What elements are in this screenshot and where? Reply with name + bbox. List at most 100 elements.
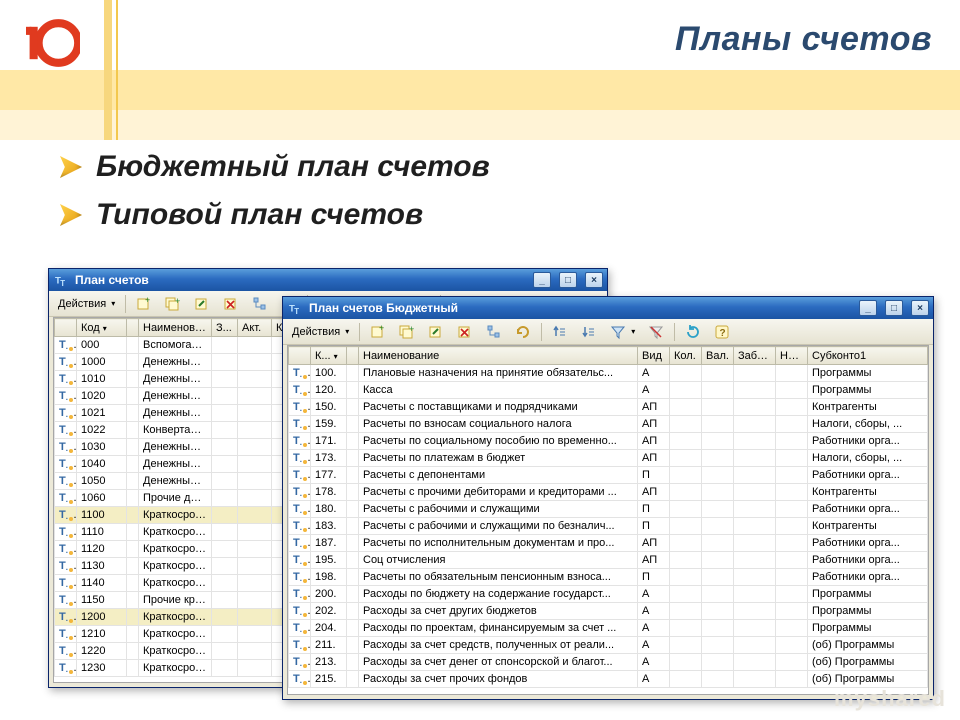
table-row[interactable]: T.200.Расходы по бюджету на содержание г… (289, 586, 928, 603)
edit-button[interactable] (189, 294, 215, 314)
separator (541, 323, 542, 341)
hierarchy-toggle-button[interactable] (481, 322, 507, 342)
add-button[interactable]: + (131, 294, 157, 314)
account-row-icon: T. (59, 594, 73, 606)
account-row-icon: T. (59, 441, 73, 453)
column-header[interactable]: Кол. (670, 347, 702, 365)
column-header[interactable]: Наименование (359, 347, 638, 365)
maximize-button[interactable]: □ (885, 300, 903, 316)
account-row-icon: T. (293, 418, 307, 430)
edit-button[interactable] (423, 322, 449, 342)
table-row[interactable]: T.178.Расчеты с прочими дебиторами и кре… (289, 484, 928, 501)
account-row-icon: T. (59, 407, 73, 419)
window-title: План счетов (75, 273, 527, 287)
bullet-item: Типовой план счетов (60, 198, 490, 232)
column-header[interactable]: Код ▾ (77, 319, 127, 337)
column-header[interactable] (55, 319, 77, 337)
column-header[interactable] (347, 347, 359, 365)
minimize-button[interactable]: _ (859, 300, 877, 316)
table-row[interactable]: T.171.Расчеты по социальному пособию по … (289, 433, 928, 450)
chevron-down-icon: ▾ (631, 327, 635, 336)
filter-button[interactable]: ▾ (605, 322, 640, 342)
table-row[interactable]: T.202.Расходы за счет других бюджетовАПр… (289, 603, 928, 620)
titlebar[interactable]: TT План счетов _ □ × (49, 269, 607, 291)
table-row[interactable]: T.198.Расчеты по обязательным пенсионным… (289, 569, 928, 586)
close-button[interactable]: × (585, 272, 603, 288)
table-row[interactable]: T.100.Плановые назначения на принятие об… (289, 365, 928, 382)
refresh-button[interactable] (680, 322, 706, 342)
account-row-icon: T. (293, 401, 307, 413)
account-row-icon: T. (293, 639, 307, 651)
account-row-icon: T. (293, 554, 307, 566)
delete-button[interactable] (452, 322, 478, 342)
table-row[interactable]: T.173.Расчеты по платежам в бюджетАПНало… (289, 450, 928, 467)
column-header[interactable]: З... (212, 319, 238, 337)
table-row[interactable]: T.183.Расчеты с рабочими и служащими по … (289, 518, 928, 535)
minimize-button[interactable]: _ (533, 272, 551, 288)
column-header[interactable]: Но... (776, 347, 808, 365)
hierarchy-toggle-button[interactable] (247, 294, 273, 314)
table-row[interactable]: T.180.Расчеты с рабочими и служащимиПРаб… (289, 501, 928, 518)
table-row[interactable]: T.215.Расходы за счет прочих фондовА(об)… (289, 671, 928, 688)
table-row[interactable]: T.120.КассаАПрограммы (289, 382, 928, 399)
bullet-text: Типовой план счетов (96, 198, 423, 232)
account-row-icon: T. (293, 452, 307, 464)
maximize-button[interactable]: □ (559, 272, 577, 288)
table-row[interactable]: T.159.Расчеты по взносам социального нал… (289, 416, 928, 433)
column-header[interactable]: Субконто1 (808, 347, 928, 365)
account-row-icon: T. (293, 367, 307, 379)
help-button[interactable]: ? (709, 322, 735, 342)
column-header[interactable]: Вид (638, 347, 670, 365)
window-title: План счетов Бюджетный (309, 301, 853, 315)
table-row[interactable]: T.150.Расчеты с поставщиками и подрядчик… (289, 399, 928, 416)
add-group-button[interactable]: + (160, 294, 186, 314)
account-row-icon: T. (59, 526, 73, 538)
actions-menu-button[interactable]: Действия▾ (287, 322, 354, 342)
actions-menu-button[interactable]: Действия▾ (53, 294, 120, 314)
bullet-list: Бюджетный план счетов Типовой план счето… (60, 150, 490, 246)
account-row-icon: T. (59, 475, 73, 487)
column-header[interactable] (127, 319, 139, 337)
filter-off-button[interactable] (643, 322, 669, 342)
table-row[interactable]: T.177.Расчеты с депонентамиПРаботники ор… (289, 467, 928, 484)
sort-asc-button[interactable] (547, 322, 573, 342)
account-row-icon: T. (59, 390, 73, 402)
svg-text:T: T (60, 279, 65, 288)
titlebar[interactable]: TT План счетов Бюджетный _ □ × (283, 297, 933, 319)
table-row[interactable]: T.204.Расходы по проектам, финансируемым… (289, 620, 928, 637)
account-row-icon: T. (59, 628, 73, 640)
go-button[interactable] (510, 322, 536, 342)
chevron-down-icon: ▾ (345, 327, 349, 336)
separator (674, 323, 675, 341)
column-header[interactable] (289, 347, 311, 365)
column-header[interactable]: Заба... (734, 347, 776, 365)
sort-desc-button[interactable] (576, 322, 602, 342)
grid-container: К... ▾ НаименованиеВидКол.Вал.Заба...Но..… (287, 345, 929, 695)
bullet-marker-icon (60, 156, 82, 178)
table-row[interactable]: T.195.Соц отчисленияАПРаботники орга... (289, 552, 928, 569)
column-header[interactable]: Акт. (238, 319, 272, 337)
column-header[interactable]: Вал. (702, 347, 734, 365)
svg-text:+: + (145, 296, 150, 305)
column-header[interactable]: К... ▾ (311, 347, 347, 365)
table-row[interactable]: T.211.Расходы за счет средств, полученны… (289, 637, 928, 654)
account-row-icon: T. (293, 503, 307, 515)
svg-text:+: + (409, 324, 414, 334)
account-row-icon: T. (59, 424, 73, 436)
account-row-icon: T. (293, 435, 307, 447)
watermark: myshared (834, 686, 946, 712)
account-row-icon: T. (293, 520, 307, 532)
delete-button[interactable] (218, 294, 244, 314)
add-button[interactable]: + (365, 322, 391, 342)
table-row[interactable]: T.213.Расходы за счет денег от спонсорск… (289, 654, 928, 671)
account-row-icon: T. (59, 356, 73, 368)
budget-accounts-table[interactable]: К... ▾ НаименованиеВидКол.Вал.Заба...Но..… (288, 346, 928, 688)
window-icon: TT (55, 273, 69, 287)
column-header[interactable]: Наименование (139, 319, 212, 337)
logo-1c (18, 8, 88, 78)
add-group-button[interactable]: + (394, 322, 420, 342)
account-row-icon: T. (293, 622, 307, 634)
account-row-icon: T. (293, 537, 307, 549)
table-row[interactable]: T.187.Расчеты по исполнительным документ… (289, 535, 928, 552)
close-button[interactable]: × (911, 300, 929, 316)
